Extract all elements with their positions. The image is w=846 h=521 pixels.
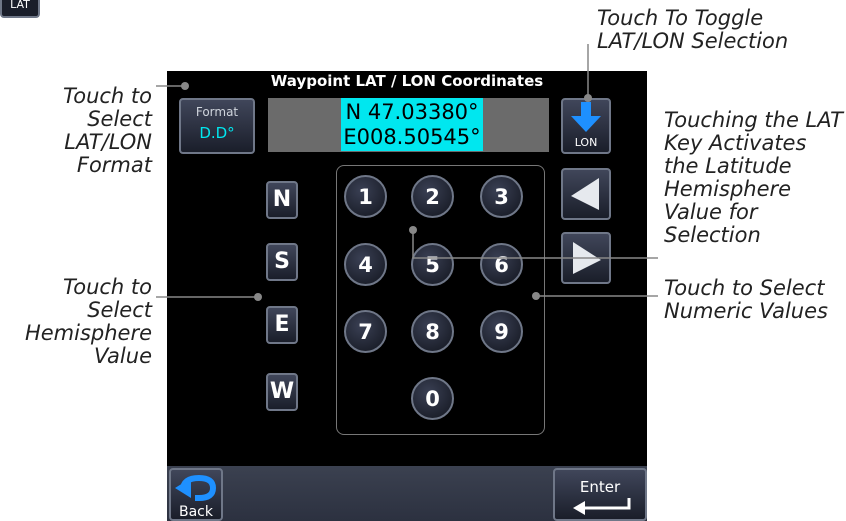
callout-leader-lines [156, 44, 658, 301]
